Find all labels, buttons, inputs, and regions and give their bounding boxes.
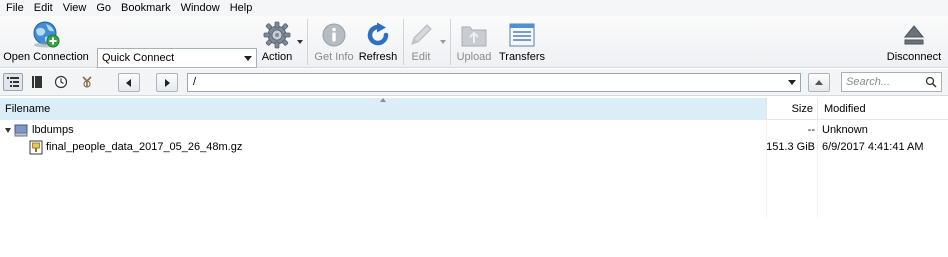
- pencil-icon: [408, 20, 434, 50]
- navigation-bar: / Search...: [0, 69, 948, 96]
- toolbar-separator: [403, 19, 404, 65]
- edit-dropdown-icon[interactable]: [440, 40, 446, 44]
- menu-view[interactable]: View: [58, 1, 92, 15]
- path-select[interactable]: /: [187, 73, 801, 92]
- chevron-down-icon: [788, 80, 796, 85]
- row-name: final_people_data_2017_05_26_48m.gz: [46, 141, 243, 153]
- row-size: --: [807, 124, 815, 136]
- eject-icon: [901, 20, 927, 50]
- row-modified: Unknown: [822, 124, 868, 136]
- action-button[interactable]: Action: [258, 16, 296, 68]
- parent-directory-button[interactable]: [808, 73, 830, 92]
- menu-window[interactable]: Window: [176, 1, 225, 15]
- sort-ascending-icon: [380, 98, 386, 102]
- menu-bookmark[interactable]: Bookmark: [116, 1, 176, 15]
- upload-label: Upload: [456, 51, 492, 63]
- row-modified: 6/9/2017 4:41:41 AM: [822, 141, 924, 153]
- edit-label: Edit: [411, 51, 431, 63]
- search-placeholder: Search...: [846, 76, 891, 88]
- toolbar: Open Connection Quick Connect Action Get…: [0, 16, 948, 68]
- forward-button[interactable]: [156, 73, 178, 92]
- quick-connect-value: Quick Connect: [102, 52, 175, 64]
- globe-plus-icon: [31, 20, 61, 50]
- column-modified[interactable]: Modified: [817, 98, 948, 120]
- action-dropdown-icon[interactable]: [297, 40, 303, 44]
- arrow-left-icon: [126, 78, 131, 87]
- edit-button[interactable]: Edit: [407, 16, 435, 68]
- disconnect-label: Disconnect: [886, 51, 942, 63]
- file-list-header: Filename Size Modified: [0, 98, 948, 120]
- transfers-window-icon: [508, 20, 536, 50]
- open-connection-button[interactable]: Open Connection: [2, 16, 90, 68]
- quick-connect-select[interactable]: Quick Connect: [97, 48, 257, 68]
- toolbar-separator: [307, 19, 308, 65]
- refresh-button[interactable]: Refresh: [358, 16, 398, 68]
- arrow-right-icon: [165, 78, 170, 87]
- refresh-icon: [364, 20, 392, 50]
- column-size[interactable]: Size: [766, 98, 817, 120]
- open-connection-label: Open Connection: [3, 51, 89, 63]
- search-icon: [925, 76, 937, 88]
- toolbar-separator: [450, 19, 451, 65]
- transfers-button[interactable]: Transfers: [497, 16, 547, 68]
- get-info-label: Get Info: [314, 51, 354, 63]
- menu-edit[interactable]: Edit: [29, 1, 58, 15]
- gear-icon: [262, 20, 292, 50]
- chevron-down-icon: [244, 56, 252, 61]
- refresh-label: Refresh: [358, 51, 398, 63]
- transfers-label: Transfers: [498, 51, 546, 63]
- row-name: lbdumps: [32, 124, 74, 136]
- bonjour-icon[interactable]: [77, 73, 97, 91]
- back-button[interactable]: [118, 73, 140, 92]
- list-item[interactable]: final_people_data_2017_05_26_48m.gz 151.…: [0, 139, 948, 155]
- action-label: Action: [261, 51, 293, 63]
- list-item[interactable]: lbdumps -- Unknown: [0, 122, 948, 138]
- menu-go[interactable]: Go: [91, 1, 116, 15]
- disconnect-button[interactable]: Disconnect: [884, 16, 944, 68]
- row-size: 151.3 GiB: [766, 141, 815, 153]
- menu-bar: File Edit View Go Bookmark Window Help: [0, 0, 948, 16]
- browser-view-icon[interactable]: [3, 73, 23, 91]
- archive-file-icon: [29, 140, 43, 160]
- arrow-up-icon: [815, 79, 823, 85]
- path-value: /: [193, 76, 197, 88]
- search-input[interactable]: Search...: [841, 72, 942, 92]
- menu-help[interactable]: Help: [225, 1, 258, 15]
- menu-file[interactable]: File: [4, 1, 29, 15]
- bookmarks-icon[interactable]: [27, 73, 47, 91]
- expand-triangle-icon[interactable]: [5, 128, 11, 133]
- upload-folder-icon: [459, 20, 489, 50]
- get-info-button[interactable]: Get Info: [312, 16, 356, 68]
- upload-button[interactable]: Upload: [455, 16, 493, 68]
- history-icon[interactable]: [51, 73, 71, 91]
- info-icon: [321, 20, 347, 50]
